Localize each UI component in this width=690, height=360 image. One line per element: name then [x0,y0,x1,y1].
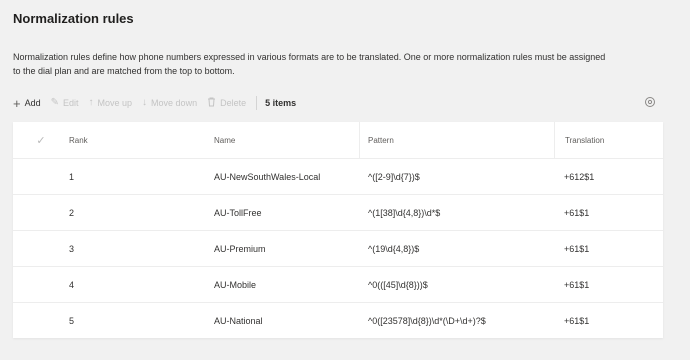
delete-label: Delete [220,98,247,108]
trash-icon [207,97,216,110]
arrow-up-icon: ↑ [88,97,94,108]
name-cell: AU-TollFree [214,207,262,218]
section-title: Normalization rules [13,11,134,26]
rank-cell: 4 [69,279,75,290]
table-row[interactable]: 5 AU-National ^0([23578]\d{8})\d*(\D+\d+… [13,303,663,338]
pattern-cell: ^(1[38]\d{4,8})\d*$ [368,207,441,218]
rank-cell: 3 [69,243,75,254]
table-row[interactable]: 1 AU-NewSouthWales-Local ^([2-9]\d{7})$ … [13,159,663,195]
rank-cell: 5 [69,315,75,326]
column-header-name[interactable]: Name [214,136,359,145]
edit-label: Edit [63,98,79,108]
plus-icon: + [13,95,21,111]
settings-button[interactable] [643,95,657,109]
move-down-button[interactable]: ↓ Move down [142,97,198,109]
column-header-rank[interactable]: Rank [69,136,214,145]
arrow-down-icon: ↓ [142,97,148,108]
translation-cell: +61$1 [564,279,590,290]
edit-button[interactable]: ✎ Edit [50,97,79,109]
name-cell: AU-Premium [214,243,266,254]
name-cell: AU-National [214,315,263,326]
pencil-icon: ✎ [50,97,59,108]
name-cell: AU-NewSouthWales-Local [214,171,321,182]
toolbar-divider [256,96,258,110]
add-button[interactable]: + Add [13,97,41,110]
translation-cell: +61$1 [564,243,590,254]
add-label: Add [24,98,41,108]
rules-table: ✓ Rank Name Pattern Translation 1 AU-New… [13,122,663,338]
rank-cell: 2 [69,207,75,218]
table-row[interactable]: 4 AU-Mobile ^0(([45]\d{8}))$ +61$1 [13,267,663,303]
item-count: 5 items [265,98,297,108]
table-row[interactable]: 2 AU-TollFree ^(1[38]\d{4,8})\d*$ +61$1 [13,195,663,231]
gear-icon [645,97,655,107]
name-cell: AU-Mobile [214,279,257,290]
move-up-label: Move up [97,98,133,108]
checkmark-icon: ✓ [36,134,46,147]
rank-cell: 1 [69,171,75,182]
translation-cell: +612$1 [564,171,595,182]
column-header-pattern[interactable]: Pattern [359,122,554,158]
translation-cell: +61$1 [564,315,590,326]
pattern-cell: ^0([23578]\d{8})\d*(\D+\d+)?$ [368,315,486,326]
pattern-cell: ^([2-9]\d{7})$ [368,171,420,182]
toolbar: + Add ✎ Edit ↑ Move up ↓ Move down Delet… [13,90,665,116]
delete-button[interactable]: Delete [207,97,246,110]
table-header: ✓ Rank Name Pattern Translation [13,122,663,159]
move-up-button[interactable]: ↑ Move up [88,97,133,109]
select-all-checkbox[interactable]: ✓ [13,134,69,147]
pattern-cell: ^(19\d{4,8})$ [368,243,420,254]
pattern-cell: ^0(([45]\d{8}))$ [368,279,428,290]
move-down-label: Move down [151,98,198,108]
section-description: Normalization rules define how phone num… [13,52,606,76]
table-row[interactable]: 3 AU-Premium ^(19\d{4,8})$ +61$1 [13,231,663,267]
column-header-translation[interactable]: Translation [554,122,663,158]
translation-cell: +61$1 [564,207,590,218]
